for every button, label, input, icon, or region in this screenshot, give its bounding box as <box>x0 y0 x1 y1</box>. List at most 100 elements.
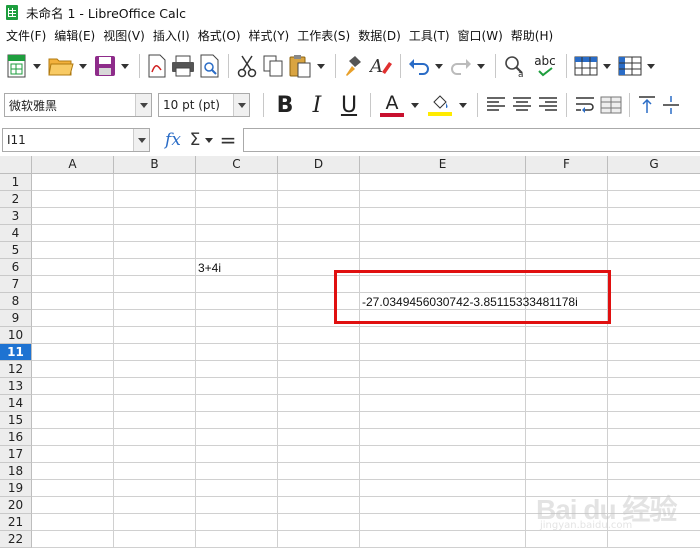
toolbar-separator <box>263 93 264 117</box>
row-header[interactable]: 13 <box>0 378 32 395</box>
bold-button[interactable]: B <box>271 91 299 119</box>
row-icon[interactable] <box>574 52 598 80</box>
row-header[interactable]: 22 <box>0 531 32 548</box>
font-name-combobox[interactable]: 微软雅黑 <box>4 93 152 117</box>
svg-text:a: a <box>518 70 524 78</box>
row-header[interactable]: 17 <box>0 446 32 463</box>
column-header-a[interactable]: A <box>32 156 114 174</box>
column-dropdown-icon[interactable] <box>646 52 656 80</box>
row-header[interactable]: 20 <box>0 497 32 514</box>
underline-button[interactable]: U <box>335 91 363 119</box>
function-wizard-icon[interactable]: fx <box>160 130 186 150</box>
row-header[interactable]: 16 <box>0 429 32 446</box>
chevron-down-icon[interactable] <box>233 94 249 116</box>
column-icon[interactable] <box>618 52 642 80</box>
paste-dropdown-icon[interactable] <box>316 52 326 80</box>
row-header[interactable]: 18 <box>0 463 32 480</box>
formula-input[interactable] <box>243 128 700 152</box>
menu-edit[interactable]: 编辑(E) <box>52 27 101 44</box>
align-right-icon[interactable] <box>537 91 559 119</box>
row-header[interactable]: 1 <box>0 174 32 191</box>
redo-dropdown-icon[interactable] <box>476 52 486 80</box>
row-header[interactable]: 12 <box>0 361 32 378</box>
column-header-d[interactable]: D <box>278 156 360 174</box>
column-header-f[interactable]: F <box>526 156 608 174</box>
align-vcenter-icon[interactable] <box>661 91 681 119</box>
new-icon[interactable] <box>6 52 28 80</box>
row-header[interactable]: 6 <box>0 259 32 276</box>
watermark-url: jingyan.baidu.com <box>540 520 633 531</box>
highlight-color-button[interactable] <box>426 91 454 119</box>
column-header-c[interactable]: C <box>196 156 278 174</box>
menu-insert[interactable]: 插入(I) <box>151 27 196 44</box>
row-header[interactable]: 7 <box>0 276 32 293</box>
open-icon[interactable] <box>48 52 74 80</box>
menu-sheet[interactable]: 工作表(S) <box>295 27 356 44</box>
menu-help[interactable]: 帮助(H) <box>509 27 559 44</box>
copy-icon[interactable] <box>262 52 284 80</box>
sum-icon[interactable]: Σ <box>186 130 204 150</box>
open-dropdown-icon[interactable] <box>78 52 88 80</box>
standard-toolbar: A a abc <box>0 48 700 84</box>
cell-c6[interactable]: 3+4i <box>198 260 221 276</box>
row-header-active[interactable]: 11 <box>0 344 32 361</box>
chevron-down-icon[interactable] <box>135 94 151 116</box>
name-box[interactable]: I11 <box>2 128 150 152</box>
menu-styles[interactable]: 样式(Y) <box>247 27 296 44</box>
align-top-icon[interactable] <box>637 91 657 119</box>
toolbar-separator <box>566 54 567 78</box>
save-dropdown-icon[interactable] <box>120 52 130 80</box>
menu-format[interactable]: 格式(O) <box>196 27 247 44</box>
clone-formatting-icon[interactable] <box>343 52 365 80</box>
formula-icons: fx Σ = <box>160 126 240 154</box>
font-color-button[interactable]: A <box>378 91 406 119</box>
wrap-text-icon[interactable] <box>574 91 596 119</box>
row-dropdown-icon[interactable] <box>602 52 612 80</box>
merge-cells-icon[interactable] <box>600 91 622 119</box>
cut-icon[interactable] <box>236 52 258 80</box>
row-header[interactable]: 5 <box>0 242 32 259</box>
print-preview-icon[interactable] <box>199 52 221 80</box>
font-color-dropdown-icon[interactable] <box>410 91 420 119</box>
menu-data[interactable]: 数据(D) <box>356 27 407 44</box>
column-header-b[interactable]: B <box>114 156 196 174</box>
toolbar-separator <box>495 54 496 78</box>
row-header[interactable]: 4 <box>0 225 32 242</box>
row-header[interactable]: 19 <box>0 480 32 497</box>
redo-icon[interactable] <box>450 52 472 80</box>
spelling-icon[interactable]: abc <box>531 52 559 80</box>
menu-window[interactable]: 窗口(W) <box>456 27 509 44</box>
menu-view[interactable]: 视图(V) <box>101 27 151 44</box>
row-header[interactable]: 3 <box>0 208 32 225</box>
align-left-icon[interactable] <box>485 91 507 119</box>
select-all-corner[interactable] <box>0 156 32 174</box>
find-replace-icon[interactable]: a <box>503 52 527 80</box>
undo-dropdown-icon[interactable] <box>434 52 444 80</box>
menu-file[interactable]: 文件(F) <box>4 27 52 44</box>
chevron-down-icon[interactable] <box>133 129 149 151</box>
formula-icon[interactable]: = <box>216 128 240 152</box>
print-icon[interactable] <box>171 52 195 80</box>
menu-bar: 文件(F) 编辑(E) 视图(V) 插入(I) 格式(O) 样式(Y) 工作表(… <box>0 24 700 46</box>
row-header[interactable]: 14 <box>0 395 32 412</box>
save-icon[interactable] <box>94 52 116 80</box>
sum-dropdown-icon[interactable] <box>204 126 214 154</box>
row-header[interactable]: 21 <box>0 514 32 531</box>
menu-tools[interactable]: 工具(T) <box>407 27 456 44</box>
new-dropdown-icon[interactable] <box>32 52 42 80</box>
row-header[interactable]: 9 <box>0 310 32 327</box>
column-header-e[interactable]: E <box>360 156 526 174</box>
export-pdf-icon[interactable] <box>147 52 167 80</box>
highlight-dropdown-icon[interactable] <box>458 91 468 119</box>
row-header[interactable]: 15 <box>0 412 32 429</box>
font-size-combobox[interactable]: 10 pt (pt) <box>158 93 250 117</box>
column-header-g[interactable]: G <box>608 156 700 174</box>
paste-icon[interactable] <box>288 52 312 80</box>
row-header[interactable]: 10 <box>0 327 32 344</box>
row-header[interactable]: 8 <box>0 293 32 310</box>
undo-icon[interactable] <box>408 52 430 80</box>
clear-formatting-icon[interactable]: A <box>369 52 393 80</box>
row-header[interactable]: 2 <box>0 191 32 208</box>
align-center-icon[interactable] <box>511 91 533 119</box>
italic-button[interactable]: I <box>303 91 331 119</box>
